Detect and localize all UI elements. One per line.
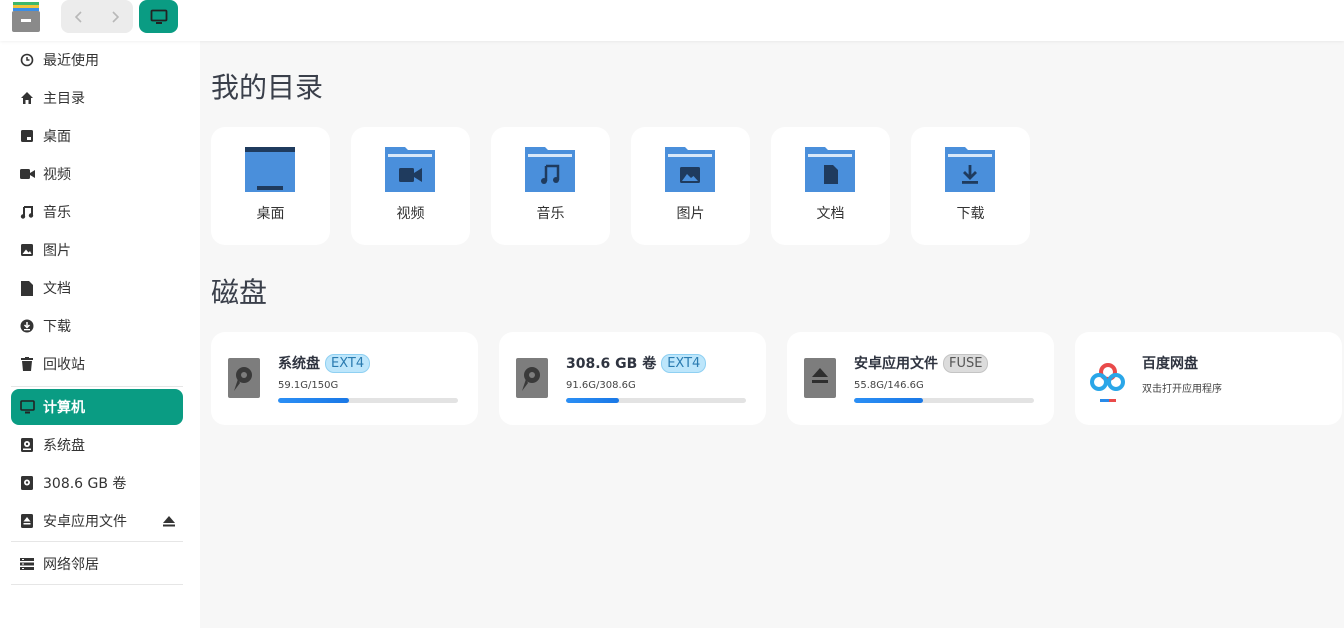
computer-icon — [19, 399, 35, 415]
sidebar-item-videos[interactable]: 视频 — [11, 156, 183, 192]
sidebar-divider — [11, 541, 183, 542]
sidebar-divider — [11, 584, 183, 585]
dir-card-documents[interactable]: 文档 — [771, 127, 890, 245]
system-disk-icon — [19, 437, 35, 453]
sidebar-item-system-disk[interactable]: 系统盘 — [11, 427, 183, 463]
baidu-netdisk-icon — [1090, 363, 1125, 402]
disk-usage-bar — [566, 398, 746, 403]
title-bar — [0, 0, 1344, 41]
music-folder-icon — [525, 147, 575, 192]
dir-label: 下载 — [956, 206, 985, 222]
desktop-folder-icon — [245, 147, 295, 192]
sidebar-item-label: 回收站 — [43, 357, 85, 373]
disk-name: 系统盘 — [278, 356, 320, 372]
sidebar-item-label: 下载 — [43, 319, 71, 335]
sidebar-item-label: 音乐 — [43, 205, 71, 221]
sidebar-item-android-files[interactable]: 安卓应用文件 — [11, 503, 183, 539]
dir-label: 音乐 — [536, 206, 565, 222]
disk-usage-bar — [278, 398, 458, 403]
disk-name: 安卓应用文件 — [854, 356, 938, 372]
my-directories-title: 我的目录 — [211, 71, 324, 104]
back-button[interactable] — [61, 0, 97, 33]
disks-title: 磁盘 — [211, 276, 268, 309]
sidebar-item-trash[interactable]: 回收站 — [11, 346, 183, 382]
image-icon — [19, 242, 35, 258]
disk-card-android-files[interactable]: 安卓应用文件 FUSE 55.8G/146.6G — [787, 332, 1054, 425]
video-icon — [19, 166, 35, 182]
clock-icon — [19, 52, 35, 68]
sidebar-item-label: 文档 — [43, 281, 71, 297]
disk-name: 308.6 GB 卷 — [566, 356, 657, 372]
app-subtitle: 双击打开应用程序 — [1142, 384, 1222, 395]
sidebar-item-label: 主目录 — [43, 91, 85, 107]
filesystem-badge: FUSE — [943, 353, 989, 373]
disk-icon — [19, 475, 35, 491]
app-name: 百度网盘 — [1142, 356, 1198, 372]
filesystem-badge: EXT4 — [661, 353, 707, 373]
sidebar-item-label: 系统盘 — [43, 438, 85, 454]
sidebar-item-home[interactable]: 主目录 — [11, 80, 183, 116]
network-icon — [19, 556, 35, 572]
eject-icon[interactable] — [163, 515, 175, 531]
filesystem-badge: EXT4 — [325, 353, 371, 373]
disk-card-baidu-netdisk[interactable]: 百度网盘 双击打开应用程序 — [1075, 332, 1342, 425]
disk-card-system[interactable]: 系统盘 EXT4 59.1G/150G — [211, 332, 478, 425]
dir-card-pictures[interactable]: 图片 — [631, 127, 750, 245]
sidebar-item-computer[interactable]: 计算机 — [11, 389, 183, 425]
sidebar-item-label: 安卓应用文件 — [43, 514, 127, 530]
download-icon — [19, 318, 35, 334]
dir-card-videos[interactable]: 视频 — [351, 127, 470, 245]
sidebar-item-label: 最近使用 — [43, 53, 99, 69]
removable-drive-icon — [19, 513, 35, 529]
video-folder-icon — [385, 147, 435, 192]
sidebar-item-label: 视频 — [43, 167, 71, 183]
removable-drive-icon — [804, 358, 836, 398]
forward-button[interactable] — [97, 0, 133, 33]
dir-card-music[interactable]: 音乐 — [491, 127, 610, 245]
disk-usage-fill — [566, 398, 620, 403]
sidebar-item-desktop[interactable]: 桌面 — [11, 118, 183, 154]
dir-label: 文档 — [816, 206, 845, 222]
sidebar: 最近使用 主目录 桌面 视频 音乐 图片 文档 下载 回收站 计算机 系统盘 3… — [0, 41, 200, 628]
sidebar-item-label: 计算机 — [43, 400, 85, 416]
trash-icon — [19, 356, 35, 372]
disk-usage-fill — [278, 398, 349, 403]
desktop-icon — [19, 128, 35, 144]
dir-card-desktop[interactable]: 桌面 — [211, 127, 330, 245]
sidebar-item-recent[interactable]: 最近使用 — [11, 42, 183, 78]
document-icon — [19, 280, 35, 296]
disk-usage-bar — [854, 398, 1034, 403]
file-manager-logo-icon — [12, 2, 40, 32]
monitor-icon — [150, 9, 167, 24]
dir-label: 桌面 — [256, 206, 285, 222]
dir-card-downloads[interactable]: 下载 — [911, 127, 1030, 245]
computer-view-button[interactable] — [139, 0, 178, 33]
disk-usage-text: 55.8G/146.6G — [854, 380, 924, 391]
disk-usage-fill — [854, 398, 923, 403]
sidebar-divider — [11, 386, 183, 387]
sidebar-item-documents[interactable]: 文档 — [11, 270, 183, 306]
disk-usage-text: 91.6G/308.6G — [566, 380, 636, 391]
music-icon — [19, 204, 35, 220]
sidebar-item-pictures[interactable]: 图片 — [11, 232, 183, 268]
sidebar-item-volume[interactable]: 308.6 GB 卷 — [11, 465, 183, 501]
sidebar-item-music[interactable]: 音乐 — [11, 194, 183, 230]
image-folder-icon — [665, 147, 715, 192]
home-icon — [19, 90, 35, 106]
dir-label: 图片 — [676, 206, 705, 222]
sidebar-item-label: 308.6 GB 卷 — [43, 476, 127, 492]
download-folder-icon — [945, 147, 995, 192]
navigation-buttons — [61, 0, 133, 33]
document-folder-icon — [805, 147, 855, 192]
sidebar-item-label: 桌面 — [43, 129, 71, 145]
system-disk-icon — [228, 358, 260, 398]
sidebar-item-label: 图片 — [43, 243, 71, 259]
sidebar-item-network[interactable]: 网络邻居 — [11, 546, 183, 582]
disk-card-volume[interactable]: 308.6 GB 卷 EXT4 91.6G/308.6G — [499, 332, 766, 425]
disk-usage-text: 59.1G/150G — [278, 380, 339, 391]
disk-icon — [516, 358, 548, 398]
sidebar-item-downloads[interactable]: 下载 — [11, 308, 183, 344]
sidebar-item-label: 网络邻居 — [43, 557, 99, 573]
dir-label: 视频 — [396, 206, 425, 222]
